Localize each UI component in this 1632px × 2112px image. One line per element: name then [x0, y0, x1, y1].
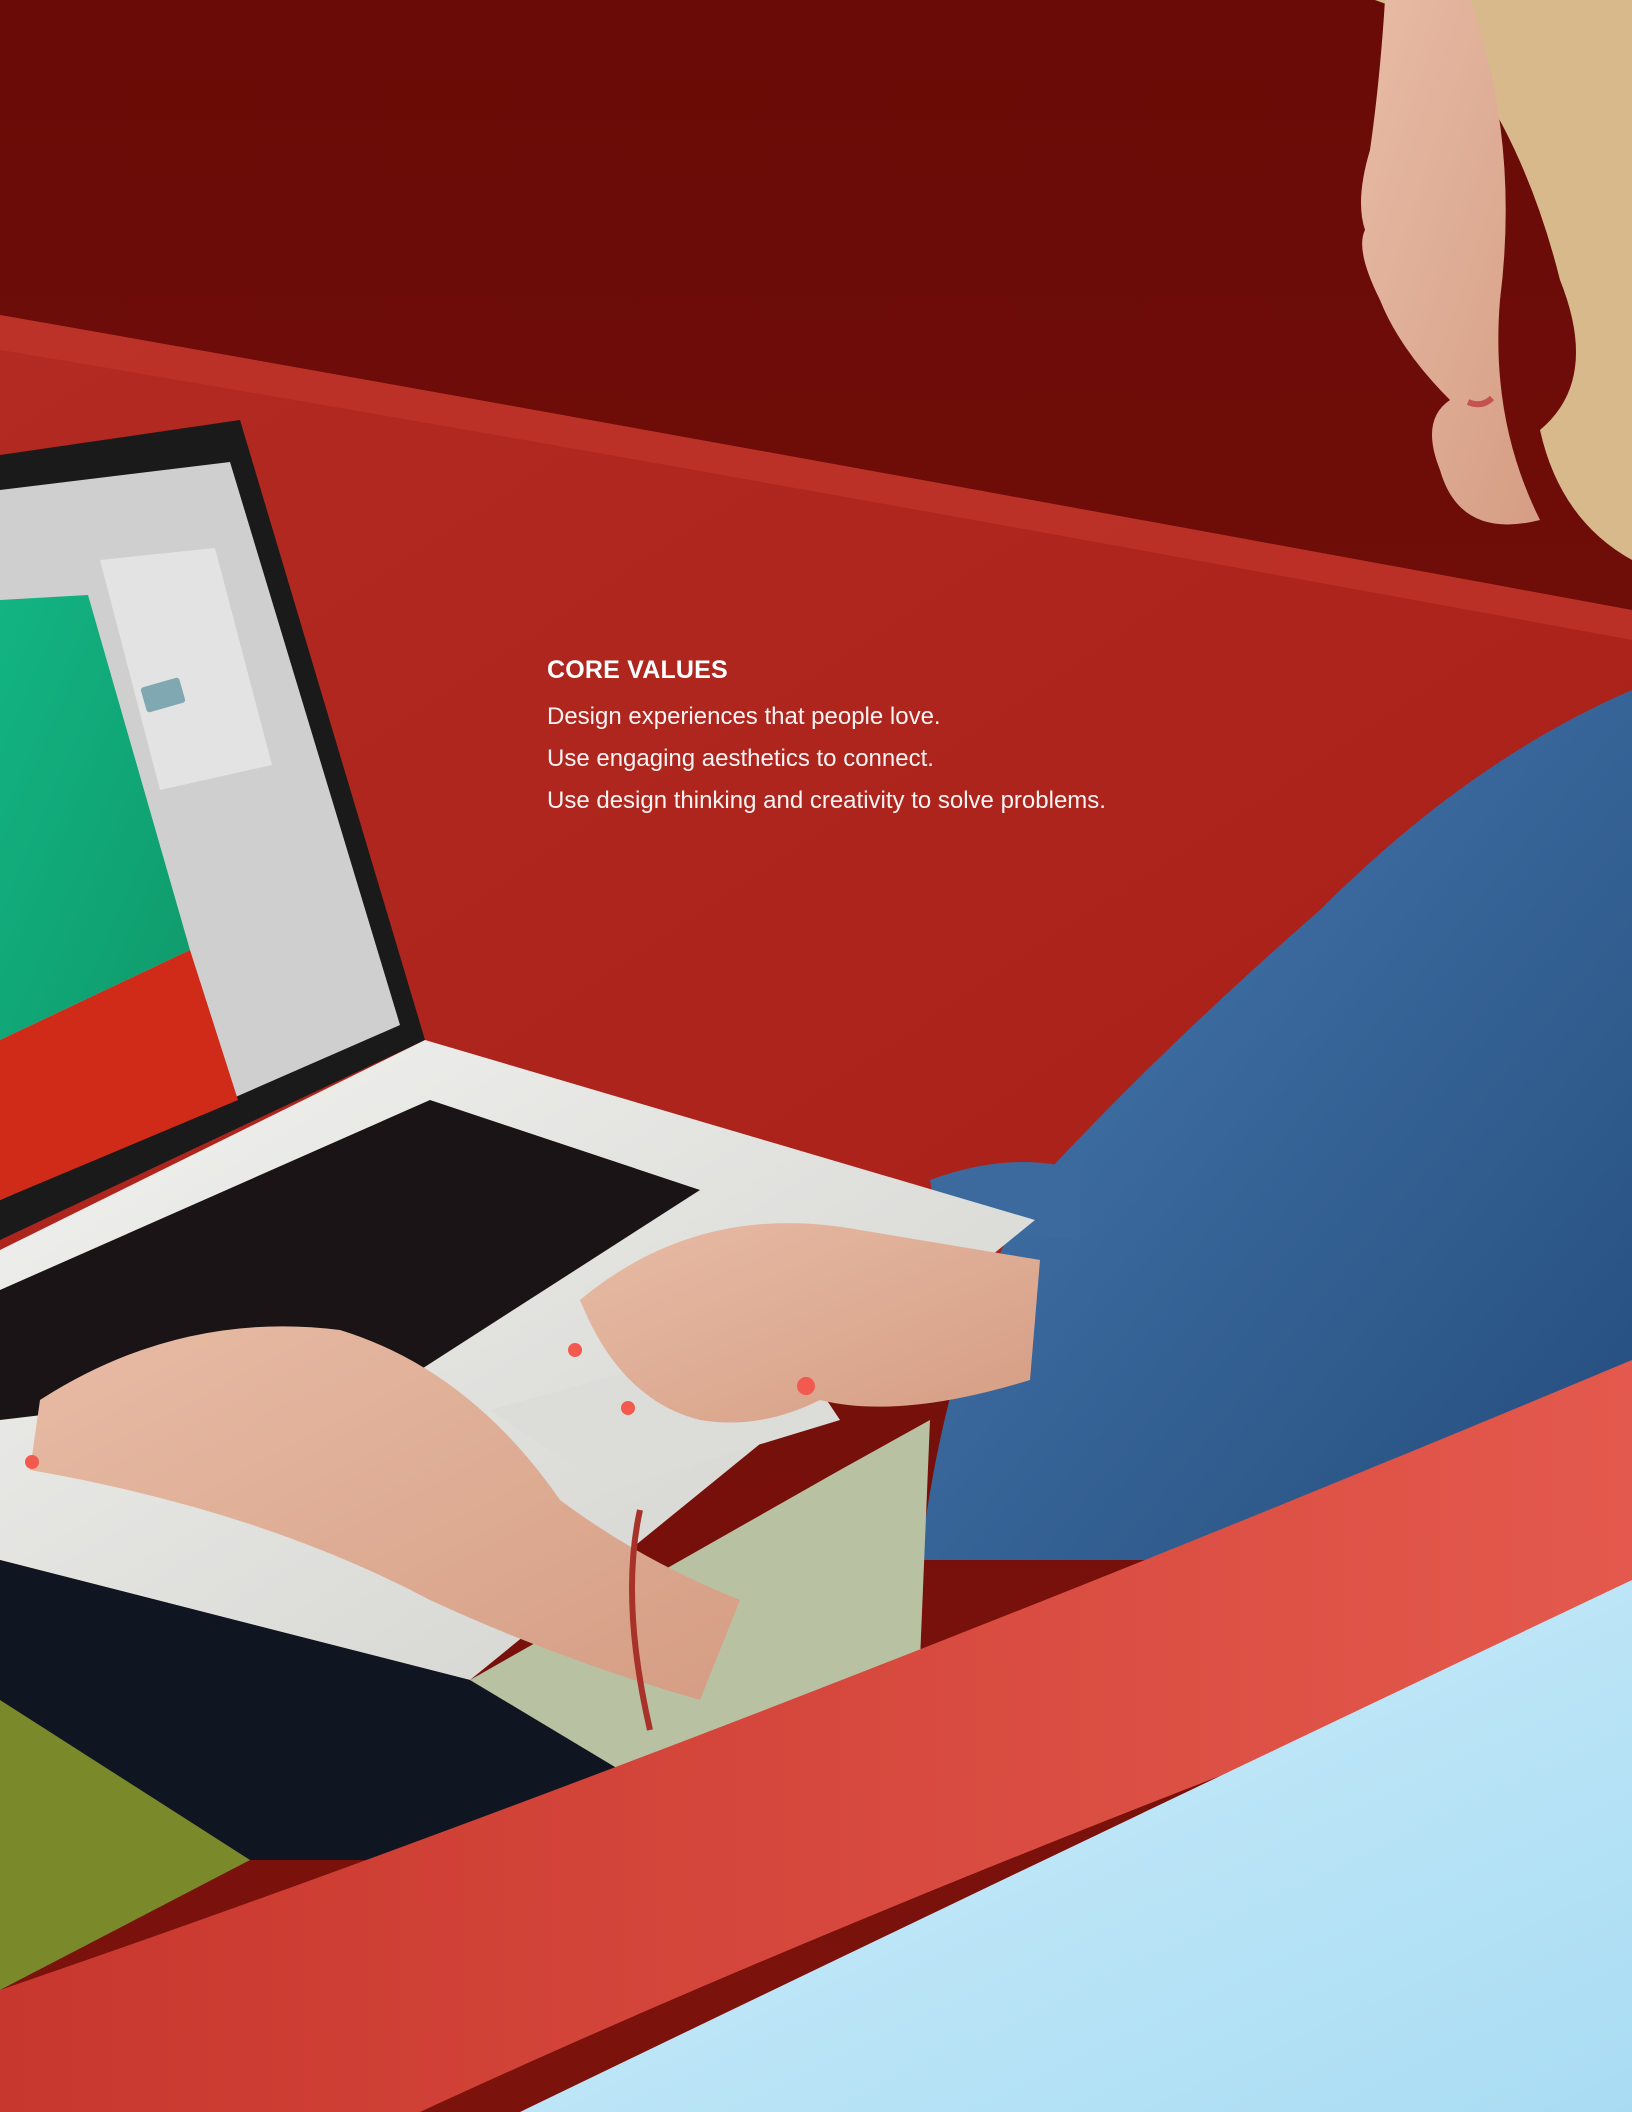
fingernail: [621, 1401, 635, 1415]
core-value-item: Use engaging aesthetics to connect.: [547, 745, 934, 772]
core-values-heading: CORE VALUES: [547, 656, 728, 684]
fingernail: [25, 1455, 39, 1469]
page: CORE VALUES Design experiences that peop…: [0, 0, 1632, 2112]
background-photo: [0, 0, 1632, 2112]
fingernail: [797, 1377, 815, 1395]
core-value-item: Use design thinking and creativity to so…: [547, 787, 1106, 814]
core-values-section: CORE VALUES Design experiences that peop…: [547, 652, 1267, 822]
core-value-item: Design experiences that people love.: [547, 703, 941, 730]
fingernail: [568, 1343, 582, 1357]
